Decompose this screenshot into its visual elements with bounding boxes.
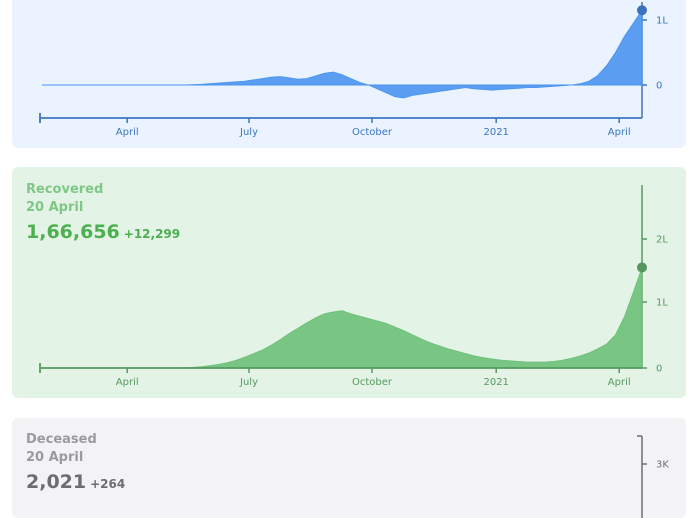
y-tick-label: 1L [656, 298, 668, 309]
recovered-chart: 2L 1L 0 April July October 2021 April [39, 185, 668, 388]
y-tick-label: 0 [656, 81, 662, 92]
deceased-chart: 3K [637, 435, 669, 518]
deceased-panel[interactable]: Deceased 20 April 2,021 +264 3K [12, 418, 686, 518]
active-cases-chart: 1L 0 April July October 2021 April [39, 2, 668, 138]
x-tick-label: April [608, 127, 631, 138]
y-tick-label: 2L [656, 235, 668, 246]
series-area [42, 267, 643, 369]
x-tick-label: 2021 [483, 127, 508, 138]
x-tick-label: October [352, 377, 393, 388]
x-tick-label: April [116, 377, 139, 388]
recovered-panel[interactable]: Recovered 20 April 1,66,656 +12,299 2L 1L 0… [12, 167, 686, 398]
x-tick-label: 2021 [483, 377, 508, 388]
x-tick-label: July [239, 377, 258, 388]
x-tick-label: October [352, 127, 393, 138]
x-tick-label: April [608, 377, 631, 388]
latest-value-marker [637, 262, 647, 273]
x-tick-label: July [239, 127, 258, 138]
y-tick-label: 3K [656, 460, 669, 471]
y-tick-label: 1L [656, 16, 668, 27]
latest-value-marker [637, 5, 647, 16]
active-cases-panel: 1L 0 April July October 2021 April [12, 0, 686, 148]
x-tick-label: April [116, 127, 139, 138]
y-tick-label: 0 [656, 364, 662, 375]
